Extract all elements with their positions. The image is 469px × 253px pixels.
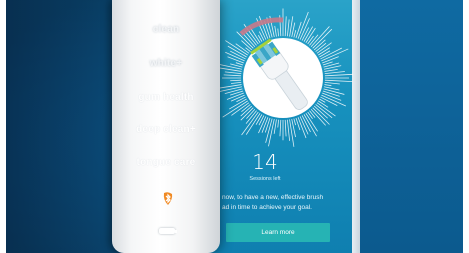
sound-wave-ray xyxy=(268,118,275,147)
sound-wave-ray xyxy=(231,102,250,116)
sound-wave-ray xyxy=(324,73,353,77)
learn-more-button[interactable]: Learn more xyxy=(226,223,330,242)
mode-tongue-care: tongue care xyxy=(136,157,196,168)
sound-wave-ray xyxy=(323,88,345,95)
sound-wave-ray xyxy=(322,90,340,97)
message-line-1: now, to have a new, effective brush xyxy=(222,194,324,201)
sound-wave-ray xyxy=(319,50,331,58)
sound-wave-ray xyxy=(224,71,242,75)
sound-wave-ray xyxy=(318,100,329,108)
sound-wave-ray xyxy=(279,119,282,137)
sound-wave-ray xyxy=(310,26,330,48)
sound-wave-ray xyxy=(235,62,244,66)
sound-wave-ray xyxy=(277,119,280,128)
right-border xyxy=(463,0,469,253)
sound-wave-ray xyxy=(309,110,316,118)
left-border xyxy=(0,0,6,253)
sound-wave-ray xyxy=(273,119,277,134)
sound-wave-ray xyxy=(261,117,269,133)
sound-wave-ray xyxy=(310,108,326,126)
sound-wave-ray xyxy=(286,119,291,141)
sound-wave-ray xyxy=(307,35,314,45)
background-scene: 14 Sessions left now, to have a new, eff… xyxy=(0,0,469,253)
sessions-left-count: 14 xyxy=(252,150,278,174)
sound-wave-ray xyxy=(241,104,251,112)
sound-wave-ray xyxy=(222,100,248,118)
phone-edge xyxy=(352,0,360,253)
progress-arc xyxy=(239,17,284,36)
sound-wave-ray xyxy=(284,16,287,37)
phone-right-panel xyxy=(360,0,469,253)
message-line-2: ad in time to achieve your goal. xyxy=(222,204,312,211)
brush-replace-message: now, to have a new, effective brush ad i… xyxy=(222,193,350,213)
sound-wave-ray xyxy=(316,102,336,117)
sound-wave-ray xyxy=(223,74,242,77)
sound-wave-ray xyxy=(312,28,333,49)
sound-wave-ray xyxy=(324,84,332,87)
bluetooth-app-icon xyxy=(163,192,173,205)
sound-wave-ray xyxy=(230,94,245,102)
sound-wave-ray xyxy=(324,81,340,85)
mode-white-plus: white+ xyxy=(149,58,183,69)
sound-wave-ray xyxy=(230,79,242,82)
sessions-left-label: Sessions left xyxy=(249,176,281,182)
sound-wave-ray xyxy=(324,71,345,75)
sound-wave-ray xyxy=(277,28,280,37)
sound-wave-ray xyxy=(241,111,259,136)
sound-wave-ray xyxy=(255,114,263,125)
sound-wave-ray xyxy=(321,94,347,107)
sound-wave-ray xyxy=(293,118,297,126)
sound-wave-ray xyxy=(295,21,302,39)
sound-wave-ray xyxy=(324,79,353,83)
sound-wave-ray xyxy=(258,115,265,126)
sound-wave-ray xyxy=(284,119,287,137)
sound-wave-ray xyxy=(324,68,338,72)
mode-gum-health: gum health xyxy=(138,92,194,103)
sound-wave-ray xyxy=(286,19,290,37)
sound-wave-ray xyxy=(315,104,333,119)
sound-wave-ray xyxy=(230,81,242,84)
sound-wave-ray xyxy=(305,113,318,132)
sound-wave-ray xyxy=(293,30,297,38)
battery-icon xyxy=(159,228,177,234)
sound-wave-ray xyxy=(289,119,295,147)
sound-wave-ray xyxy=(274,25,277,37)
mode-deep-clean-plus: deep clean+ xyxy=(136,124,196,135)
mode-clean: clean xyxy=(152,24,180,35)
brush-replacement-visual xyxy=(213,8,353,147)
